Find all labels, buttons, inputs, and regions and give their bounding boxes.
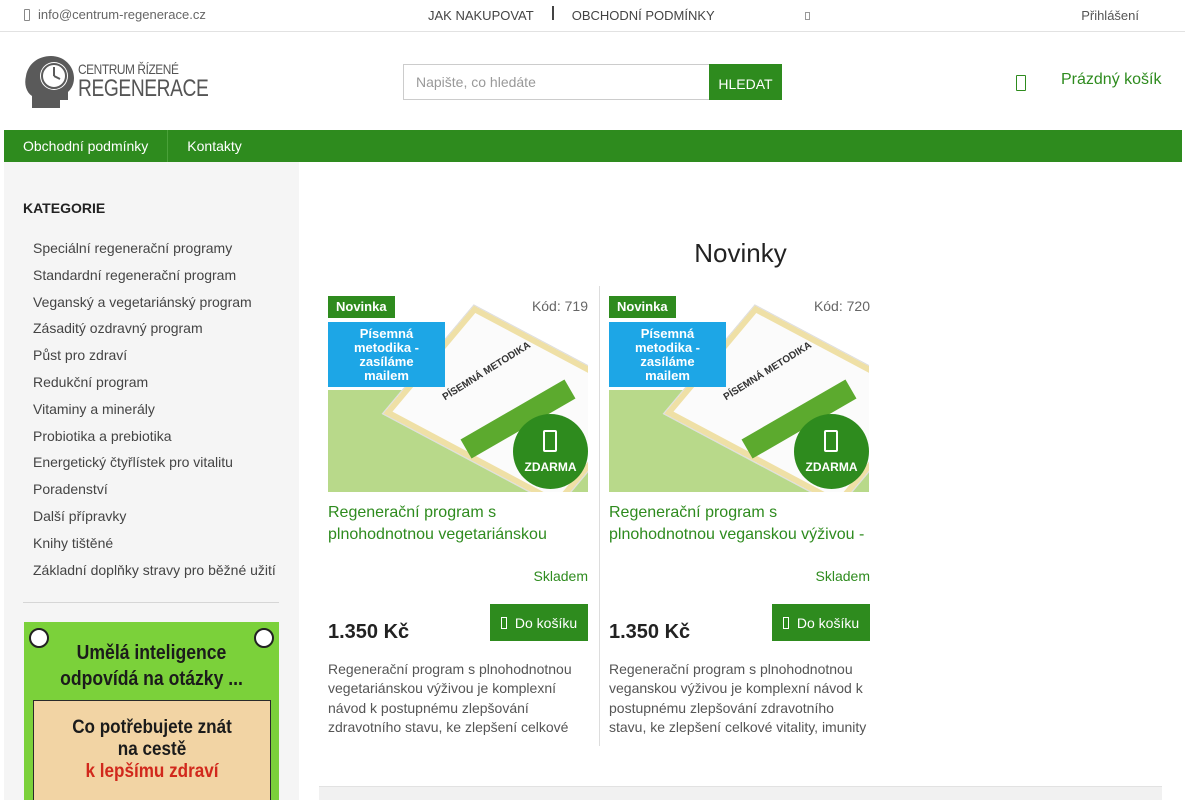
search-input[interactable] <box>403 64 709 100</box>
add-to-cart-button[interactable]: Do košíku <box>772 604 870 641</box>
category-item[interactable]: Další přípravky <box>33 505 276 532</box>
page-title: Novinky <box>694 238 787 268</box>
new-badge: Novinka <box>328 296 395 318</box>
language-icon[interactable] <box>805 12 810 20</box>
category-item[interactable]: Knihy tištěné <box>33 532 276 559</box>
sidebar-divider <box>23 602 279 603</box>
sidebar: KATEGORIE Speciální regenerační programy… <box>4 162 299 800</box>
top-bar: info@centrum-regenerace.cz JAK NAKUPOVAT… <box>0 0 1185 32</box>
add-to-cart-button[interactable]: Do košíku <box>490 604 588 641</box>
new-badge: Novinka <box>609 296 676 318</box>
product-name[interactable]: Regenerační program s plnohodnotnou vege… <box>328 502 590 546</box>
category-item[interactable]: Poradenství <box>33 478 276 505</box>
banner-card: Co potřebujete znát na cestě k lepšímu z… <box>33 700 271 800</box>
product-price: 1.350 Kč <box>609 621 691 643</box>
banner-headline: Umělá inteligence odpovídá na otázky ... <box>39 640 263 692</box>
search-button[interactable]: HLEDAT <box>709 64 782 100</box>
category-item[interactable]: Energetický čtyřlístek pro vitalitu <box>33 451 276 478</box>
cart[interactable]: Prázdný košík <box>1014 71 1161 92</box>
section-footer-bar <box>319 786 1162 800</box>
nav-item-terms[interactable]: Obchodní podmínky <box>4 130 169 162</box>
category-item[interactable]: Veganský a vegetariánský program <box>33 291 276 318</box>
product-description: Regenerační program s plnohodnotnou vega… <box>609 661 867 735</box>
banner-headline-line-1: Umělá inteligence <box>76 642 227 664</box>
banner-card-text: Co potřebujete znát na cestě k lepšímu z… <box>46 717 258 783</box>
top-links: JAK NAKUPOVAT OBCHODNÍ PODMÍNKY <box>428 5 715 23</box>
logo-line-1: CENTRUM ŘÍZENÉ <box>78 61 179 77</box>
free-label: ZDARMA <box>524 460 577 474</box>
terms-link[interactable]: OBCHODNÍ PODMÍNKY <box>572 8 715 23</box>
product-description: Regenerační program s plnohodnotnou vege… <box>328 661 572 735</box>
banner-card-line-3: k lepšímu zdraví <box>85 761 219 782</box>
product-name[interactable]: Regenerační program s plnohodnotnou vega… <box>609 502 871 546</box>
categories-title: KATEGORIE <box>23 200 106 216</box>
product-card: PÍSEMNÁ METODIKA Novinka Písemná metodik… <box>600 286 881 746</box>
category-item[interactable]: Probiotika a prebiotika <box>33 425 276 452</box>
category-list: Speciální regenerační programy Standardn… <box>33 237 276 585</box>
banner-card-line-2: na cestě <box>117 739 187 760</box>
category-item[interactable]: Speciální regenerační programy <box>33 237 276 264</box>
add-to-cart-label: Do košíku <box>514 614 578 631</box>
phone-icon <box>24 8 30 21</box>
head-clock-icon <box>25 56 74 108</box>
product-code: Kód: 719 <box>531 298 588 314</box>
gift-icon <box>824 430 838 452</box>
category-item[interactable]: Standardní regenerační program <box>33 264 276 291</box>
category-item[interactable]: Půst pro zdraví <box>33 344 276 371</box>
stock-status: Skladem <box>533 568 588 584</box>
email-link[interactable]: info@centrum-regenerace.cz <box>38 7 206 22</box>
category-item[interactable]: Vitaminy a minerály <box>33 398 276 425</box>
free-label: ZDARMA <box>805 460 858 474</box>
product-price: 1.350 Kč <box>328 621 410 643</box>
free-badge: ZDARMA <box>794 414 869 489</box>
category-item[interactable]: Zásaditý ozdravný program <box>33 317 276 344</box>
search-form: HLEDAT <box>403 64 782 100</box>
banner-headline-line-2: odpovídá na otázky ... <box>60 668 243 690</box>
delivery-badge: Písemná metodika - zasíláme mailem <box>609 322 726 387</box>
logo-text: CENTRUM ŘÍZENÉ REGENERACE <box>78 62 241 101</box>
cart-label[interactable]: Prázdný košík <box>1061 71 1161 89</box>
how-to-buy-link[interactable]: JAK NAKUPOVAT <box>428 8 534 23</box>
add-to-cart-label: Do košíku <box>796 614 860 631</box>
cart-icon <box>1014 72 1028 92</box>
cart-icon <box>782 616 789 629</box>
top-email[interactable]: info@centrum-regenerace.cz <box>24 7 206 22</box>
logo-line-2: REGENERACE <box>78 75 209 102</box>
main-nav: Obchodní podmínky Kontakty <box>4 130 1182 162</box>
nav-item-contacts[interactable]: Kontakty <box>168 130 260 162</box>
delivery-badge: Písemná metodika - zasíláme mailem <box>328 322 445 387</box>
category-item[interactable]: Redukční program <box>33 371 276 398</box>
category-item[interactable]: Základní doplňky stravy pro běžné užití <box>33 559 276 586</box>
product-card: PÍSEMNÁ METODIKA Novinka Písemná metodik… <box>319 286 600 746</box>
gift-icon <box>543 430 557 452</box>
top-links-separator <box>551 5 554 20</box>
ai-banner[interactable]: Umělá inteligence odpovídá na otázky ...… <box>24 622 279 800</box>
site-logo[interactable]: CENTRUM ŘÍZENÉ REGENERACE <box>24 52 209 110</box>
product-code: Kód: 720 <box>813 298 870 314</box>
login-link[interactable]: Přihlášení <box>1081 8 1139 23</box>
free-badge: ZDARMA <box>513 414 588 489</box>
cart-icon <box>500 616 507 629</box>
banner-card-line-1: Co potřebujete znát <box>72 717 232 738</box>
product-grid: PÍSEMNÁ METODIKA Novinka Písemná metodik… <box>319 286 881 746</box>
stock-status: Skladem <box>815 568 870 584</box>
